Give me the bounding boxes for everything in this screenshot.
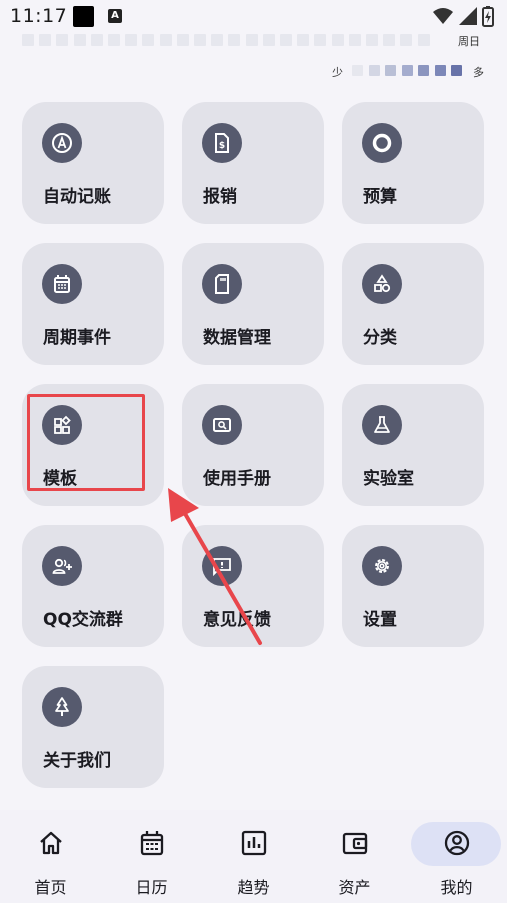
tile-label: 关于我们 (43, 751, 111, 771)
legend-swatch (368, 65, 380, 76)
tile-settings[interactable]: 设置 (342, 525, 484, 647)
notification-square-icon (73, 6, 94, 27)
heatmap-cell (22, 34, 34, 46)
tile-recurring-events[interactable]: 周期事件 (22, 243, 164, 365)
legend-swatch (401, 65, 413, 76)
legend-swatch (385, 65, 396, 76)
tile-label: 模板 (43, 469, 77, 489)
tile-label: 使用手册 (203, 469, 271, 489)
heatmap-cell (297, 34, 310, 46)
search-manual-icon (202, 405, 242, 445)
status-bar: 11:17 A (0, 0, 507, 34)
nav-calendar[interactable]: 日历 (101, 810, 202, 903)
nav-mine[interactable]: 我的 (406, 810, 507, 903)
heatmap-cell (108, 34, 120, 46)
heatmap-cell (73, 34, 86, 46)
nav-label: 资产 (338, 878, 371, 897)
tile-reimburse[interactable]: $ 报销 (182, 102, 324, 224)
heatmap-cell (159, 34, 172, 46)
heatmap-cell (280, 34, 292, 46)
heatmap-cell (211, 34, 224, 46)
account-icon (444, 830, 469, 856)
tile-data-management[interactable]: 数据管理 (182, 243, 324, 365)
tile-user-manual[interactable]: 使用手册 (182, 384, 324, 506)
legend-swatch (434, 65, 446, 76)
tile-label: 分类 (363, 328, 397, 348)
calendar-icon (42, 264, 82, 304)
group-add-icon (42, 546, 82, 586)
tile-label: 实验室 (363, 469, 414, 489)
widgets-icon (42, 405, 82, 445)
heatmap-cell (383, 34, 396, 46)
tile-feedback[interactable]: 意见反馈 (182, 525, 324, 647)
shapes-icon (362, 264, 402, 304)
wifi-icon (433, 8, 453, 24)
nav-label: 趋势 (237, 878, 270, 897)
heatmap-cell (245, 34, 258, 46)
heatmap-cell (400, 34, 413, 46)
tile-label: 意见反馈 (203, 610, 271, 630)
sd-card-icon (202, 264, 242, 304)
keyboard-a-icon: A (108, 9, 122, 23)
home-icon (39, 831, 62, 855)
tile-lab[interactable]: 实验室 (342, 384, 484, 506)
nav-home[interactable]: 首页 (0, 810, 101, 903)
tile-category[interactable]: 分类 (342, 243, 484, 365)
chart-icon (241, 830, 266, 856)
tree-icon (42, 687, 82, 727)
tile-qq-group[interactable]: QQ交流群 (22, 525, 164, 647)
legend-less-label: 少 (332, 66, 343, 79)
calendar-icon (140, 831, 163, 856)
gear-icon (362, 546, 402, 586)
reimburse-icon: $ (202, 123, 242, 163)
tile-label: 自动记账 (43, 187, 111, 207)
status-time: 11:17 (10, 5, 68, 27)
bottom-nav: 首页 日历 趋势 资产 我的 (0, 810, 507, 903)
tile-auto-bookkeeping[interactable]: 自动记账 (22, 102, 164, 224)
heatmap-cell (194, 34, 206, 46)
tile-label: 周期事件 (43, 328, 111, 348)
wallet-icon (342, 832, 367, 855)
feedback-icon (202, 546, 242, 586)
tile-label: 报销 (203, 187, 237, 207)
tile-label: QQ交流群 (43, 610, 123, 630)
legend-more-label: 多 (473, 66, 484, 79)
nav-label: 首页 (34, 878, 67, 897)
heatmap-cell (348, 34, 361, 46)
tile-budget[interactable]: 预算 (342, 102, 484, 224)
nav-trend[interactable]: 趋势 (203, 810, 304, 903)
legend-swatch (418, 65, 429, 76)
heatmap-cell (331, 34, 344, 46)
budget-ring-icon (362, 123, 402, 163)
heatmap-cell (417, 34, 430, 46)
heatmap-cell (366, 34, 378, 46)
heatmap-cell (262, 34, 275, 46)
heatmap-cell (90, 34, 103, 46)
heatmap-cell (125, 34, 138, 46)
heatmap-day-label: 周日 (458, 35, 480, 48)
heatmap-cell (228, 34, 241, 46)
status-icons (433, 6, 494, 27)
svg-text:$: $ (219, 141, 225, 151)
heatmap-cell (142, 34, 155, 46)
battery-icon (482, 6, 494, 27)
flask-icon (362, 405, 402, 445)
tile-label: 设置 (363, 610, 397, 630)
tile-label: 数据管理 (203, 328, 271, 348)
tile-template[interactable]: 模板 (22, 384, 164, 506)
nav-label: 我的 (440, 878, 473, 897)
tile-about-us[interactable]: 关于我们 (22, 666, 164, 788)
heatmap-row (22, 34, 434, 46)
heatmap-cell (39, 34, 52, 46)
heatmap-cell (176, 34, 189, 46)
nav-assets[interactable]: 资产 (304, 810, 405, 903)
heatmap-cell (314, 34, 327, 46)
auto-bookkeeping-icon (42, 123, 82, 163)
heatmap-cell (56, 34, 69, 46)
nav-label: 日历 (135, 878, 168, 897)
tile-label: 预算 (363, 187, 397, 207)
signal-icon (459, 7, 477, 25)
legend-swatch (352, 65, 363, 76)
legend-swatch (451, 65, 462, 76)
